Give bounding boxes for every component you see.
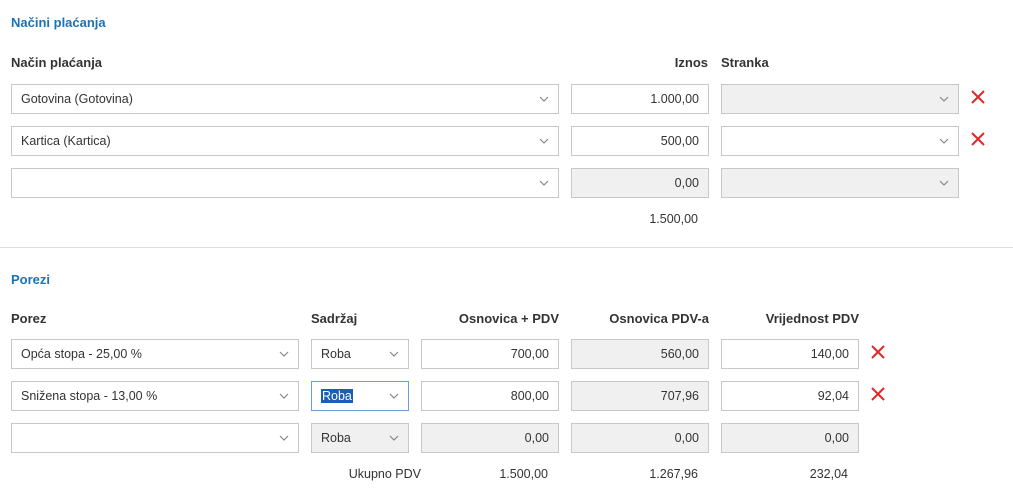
payment-method-select[interactable]	[11, 168, 559, 198]
base-vat-input[interactable]: 700,00	[421, 339, 559, 369]
amount-header: Iznos	[674, 55, 708, 70]
amount-value: 1.000,00	[650, 92, 699, 106]
vat-value-input[interactable]: 92,04	[721, 381, 859, 411]
party-select	[721, 168, 959, 198]
payment-method-select[interactable]: Gotovina (Gotovina)	[11, 84, 559, 114]
vat-value-total: 232,04	[809, 467, 848, 481]
chevron-down-icon	[539, 138, 549, 144]
base-input: 707,96	[571, 381, 709, 411]
amount-input[interactable]: 1.000,00	[571, 84, 709, 114]
amount-value: 0,00	[674, 176, 699, 190]
base-vat-value: 800,00	[510, 389, 549, 403]
chevron-down-icon	[389, 393, 399, 399]
tax-select[interactable]: Opća stopa - 25,00 %	[11, 339, 299, 369]
vat-value: 92,04	[817, 389, 849, 403]
party-header: Stranka	[721, 55, 769, 70]
tax-value: Opća stopa - 25,00 %	[21, 347, 142, 361]
vat-value-input[interactable]: 140,00	[721, 339, 859, 369]
party-select	[721, 84, 959, 114]
content-select[interactable]: Roba	[311, 339, 409, 369]
base-vat-input: 0,00	[421, 423, 559, 453]
base-vat-value: 700,00	[510, 347, 549, 361]
amount-input[interactable]: 500,00	[571, 126, 709, 156]
tax-select[interactable]: Snižena stopa - 13,00 %	[11, 381, 299, 411]
base-vat-input[interactable]: 800,00	[421, 381, 559, 411]
base-value: 560,00	[660, 347, 699, 361]
base-value: 707,96	[660, 389, 699, 403]
chevron-down-icon	[939, 138, 949, 144]
delete-tax-icon[interactable]	[870, 344, 886, 360]
delete-tax-icon[interactable]	[870, 386, 886, 402]
payments-total: 1.500,00	[649, 212, 698, 226]
chevron-down-icon	[539, 96, 549, 102]
delete-payment-icon[interactable]	[970, 131, 986, 147]
taxes-section-title: Porezi	[11, 272, 51, 287]
base-total: 1.267,96	[649, 467, 698, 481]
base-value: 0,00	[674, 431, 699, 445]
amount-value: 500,00	[660, 134, 699, 148]
chevron-down-icon	[279, 435, 289, 441]
base-vat-header: Osnovica + PDV	[458, 311, 559, 326]
payment-method-value: Gotovina (Gotovina)	[21, 92, 133, 106]
chevron-down-icon	[539, 180, 549, 186]
payment-method-value: Kartica (Kartica)	[21, 134, 111, 148]
party-select[interactable]	[721, 126, 959, 156]
base-input: 560,00	[571, 339, 709, 369]
amount-input: 0,00	[571, 168, 709, 198]
vat-value: 140,00	[810, 347, 849, 361]
base-header: Osnovica PDV-a	[609, 311, 709, 326]
base-vat-total: 1.500,00	[499, 467, 548, 481]
vat-value-header: Vrijednost PDV	[765, 311, 859, 326]
chevron-down-icon	[279, 393, 289, 399]
content-value: Roba	[321, 431, 351, 445]
vat-value: 0,00	[824, 431, 849, 445]
content-header: Sadržaj	[311, 311, 358, 326]
chevron-down-icon	[389, 435, 399, 441]
payment-method-header: Način plaćanja	[11, 55, 103, 70]
tax-select[interactable]	[11, 423, 299, 453]
content-select: Roba	[311, 423, 409, 453]
tax-total-label: Ukupno PDV	[348, 467, 421, 481]
vat-value-input: 0,00	[721, 423, 859, 453]
tax-value: Snižena stopa - 13,00 %	[21, 389, 158, 403]
content-select[interactable]: Roba	[311, 381, 409, 411]
delete-payment-icon[interactable]	[970, 89, 986, 105]
chevron-down-icon	[939, 96, 949, 102]
content-value: Roba	[321, 347, 351, 361]
payments-section-title: Načini plaćanja	[11, 15, 106, 30]
chevron-down-icon	[939, 180, 949, 186]
payment-method-select[interactable]: Kartica (Kartica)	[11, 126, 559, 156]
chevron-down-icon	[389, 351, 399, 357]
chevron-down-icon	[279, 351, 289, 357]
base-input: 0,00	[571, 423, 709, 453]
content-value: Roba	[321, 389, 353, 403]
tax-header: Porez	[11, 311, 47, 326]
section-divider	[0, 247, 1013, 248]
base-vat-value: 0,00	[524, 431, 549, 445]
